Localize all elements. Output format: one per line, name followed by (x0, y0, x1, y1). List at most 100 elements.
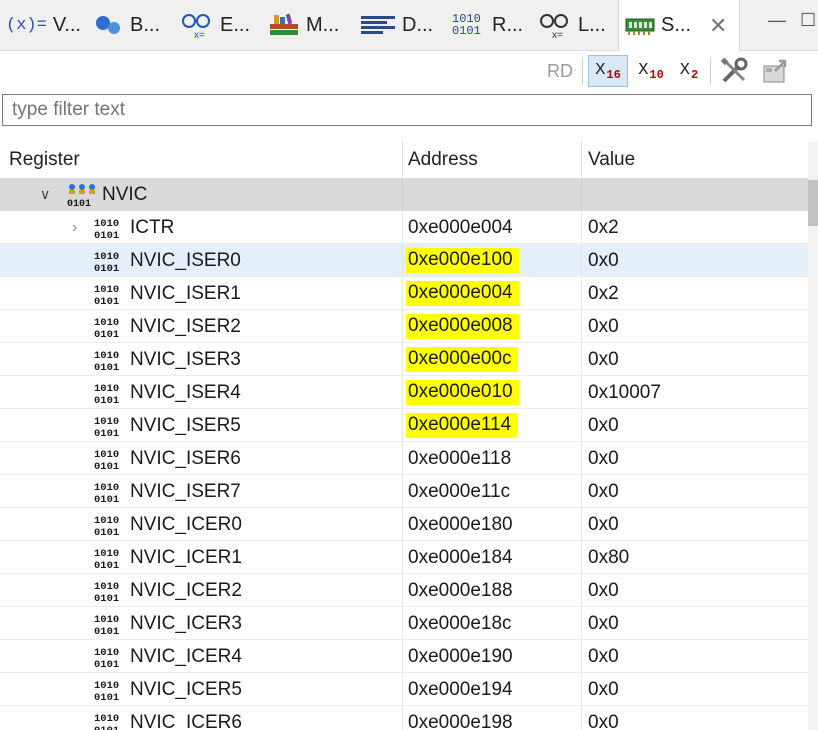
svg-text:0101: 0101 (94, 461, 119, 471)
tab-breakpoints[interactable]: B... (94, 0, 160, 50)
table-row[interactable]: 1010 0101 NVIC_ISER7 0xe000e11c 0x0 (0, 475, 808, 508)
register-value[interactable]: 0x0 (588, 607, 619, 640)
register-name: NVIC_ICER3 (130, 612, 242, 634)
svg-text:0101: 0101 (94, 494, 119, 504)
register-value[interactable]: 0x2 (588, 277, 619, 310)
group-row-nvic[interactable]: ∨ 0101 NVIC (0, 178, 808, 211)
table-row[interactable]: 1010 0101 NVIC_ICER2 0xe000e188 0x0 (0, 574, 808, 607)
table-row[interactable]: 1010 0101 NVIC_ICER3 0xe000e18c 0x0 (0, 607, 808, 640)
register-value[interactable]: 0x0 (588, 343, 619, 376)
column-divider (581, 574, 582, 607)
dec-format-button[interactable]: X10 (632, 55, 670, 87)
table-row[interactable]: 1010 0101 NVIC_ICER0 0xe000e180 0x0 (0, 508, 808, 541)
variables-icon: (x)= (6, 15, 47, 35)
export-button[interactable] (758, 55, 794, 87)
register-value[interactable]: 0x0 (588, 673, 619, 706)
register-address-cell: 0xe000e188 (408, 574, 513, 607)
register-value[interactable]: 0x0 (588, 310, 619, 343)
rd-button[interactable]: RD (542, 55, 578, 87)
register-name: NVIC_ICER0 (130, 513, 242, 535)
register-value[interactable]: 0x0 (588, 508, 619, 541)
table-row[interactable]: 1010 0101 NVIC_ICER4 0xe000e190 0x0 (0, 640, 808, 673)
svg-text:0101: 0101 (94, 230, 119, 240)
table-row[interactable]: 1010 0101 NVIC_ISER3 0xe000e00c 0x0 (0, 343, 808, 376)
column-divider (402, 310, 403, 343)
register-address: 0xe000e010 (406, 380, 519, 405)
register-value[interactable]: 0x80 (588, 541, 629, 574)
table-row[interactable]: 1010 0101 NVIC_ISER4 0xe000e010 0x10007 (0, 376, 808, 409)
tab-live-expressions[interactable]: x= L... (538, 0, 606, 50)
column-header-value[interactable]: Value (588, 142, 635, 178)
svg-text:0101: 0101 (94, 428, 119, 438)
svg-text:0101: 0101 (67, 199, 91, 208)
register-address: 0xe000e008 (406, 314, 519, 339)
table-row[interactable]: 1010 0101 NVIC_ICER1 0xe000e184 0x80 (0, 541, 808, 574)
register-address-cell: 0xe000e180 (408, 508, 513, 541)
minimize-icon[interactable]: — (768, 10, 786, 31)
vertical-scrollbar[interactable] (808, 142, 818, 730)
hex-format-button[interactable]: X16 (588, 55, 628, 87)
tab-modules[interactable]: M... (268, 0, 339, 50)
collapse-chevron-icon[interactable]: ∨ (40, 178, 50, 211)
expand-chevron-icon[interactable]: › (72, 211, 77, 244)
register-icon: 10100101 (94, 673, 128, 706)
register-value[interactable]: 0x0 (588, 706, 619, 730)
tab-disassembly[interactable]: D... (360, 0, 433, 50)
svg-text:1010: 1010 (94, 350, 119, 362)
table-row[interactable]: 1010 0101 NVIC_ISER1 0xe000e004 0x2 (0, 277, 808, 310)
column-divider (581, 178, 582, 211)
table-row[interactable]: 1010 0101 NVIC_ICER5 0xe000e194 0x0 (0, 673, 808, 706)
register-icon: 10100101 (94, 541, 128, 574)
register-value[interactable]: 0x0 (588, 442, 619, 475)
svg-text:x=: x= (194, 30, 205, 39)
column-divider (402, 508, 403, 541)
table-row[interactable]: 1010 0101 NVIC_ISER6 0xe000e118 0x0 (0, 442, 808, 475)
column-divider (402, 541, 403, 574)
register-icon: 10100101 (94, 244, 128, 277)
register-value[interactable]: 0x10007 (588, 376, 661, 409)
register-name: ICTR (130, 216, 175, 238)
tab-label: D... (402, 13, 434, 36)
register-value[interactable]: 0x0 (588, 640, 619, 673)
maximize-icon[interactable]: ☐ (800, 10, 816, 31)
register-value[interactable]: 0x2 (588, 211, 619, 244)
tab-expressions[interactable]: x= E... (180, 0, 250, 50)
svg-text:0101: 0101 (94, 329, 119, 339)
svg-text:1010: 1010 (94, 284, 119, 296)
tab-variables[interactable]: (x)= V... (6, 0, 81, 50)
register-value[interactable]: 0x0 (588, 244, 619, 277)
register-address: 0xe000e18c (408, 612, 512, 634)
column-divider[interactable] (402, 142, 403, 178)
table-row[interactable]: › 1010 0101 ICTR 0xe000e004 0x2 (0, 211, 808, 244)
tab-label: S... (661, 14, 692, 36)
svg-text:0101: 0101 (94, 395, 119, 405)
svg-text:x=: x= (552, 30, 563, 39)
svg-text:0101: 0101 (94, 725, 119, 730)
scrollbar-thumb[interactable] (808, 180, 818, 226)
column-header-address[interactable]: Address (408, 142, 478, 178)
register-icon: 10100101 (94, 211, 128, 244)
table-row[interactable]: 1010 0101 NVIC_ISER2 0xe000e008 0x0 (0, 310, 808, 343)
column-divider[interactable] (581, 142, 582, 178)
register-value[interactable]: 0x0 (588, 574, 619, 607)
tab-registers[interactable]: 1010 0101 R... (452, 0, 523, 50)
tab-sfrs[interactable]: S... ✕ (618, 0, 740, 51)
bin-format-button[interactable]: X2 (674, 55, 704, 87)
register-address: 0xe000e11c (408, 480, 511, 502)
view-toolbar: RD X16 X10 X2 (0, 51, 818, 91)
tab-label: E... (220, 13, 251, 36)
table-row[interactable]: 1010 0101 NVIC_ISER0 0xe000e100 0x0 (0, 244, 808, 277)
register-value[interactable]: 0x0 (588, 475, 619, 508)
configure-button[interactable] (716, 55, 752, 87)
table-row[interactable]: 1010 0101 NVIC_ISER5 0xe000e114 0x0 (0, 409, 808, 442)
column-divider (581, 277, 582, 310)
register-address-cell: 0xe000e194 (408, 673, 513, 706)
table-row[interactable]: 10100101 NVIC_ICER6 0xe000e198 0x0 (0, 706, 808, 730)
column-divider (581, 442, 582, 475)
register-value[interactable]: 0x0 (588, 409, 619, 442)
register-icon: 10100101 (94, 409, 128, 442)
column-header-register[interactable]: Register (9, 142, 80, 178)
close-icon[interactable]: ✕ (709, 13, 727, 39)
svg-text:1010: 1010 (94, 647, 119, 659)
filter-input[interactable] (2, 94, 812, 126)
